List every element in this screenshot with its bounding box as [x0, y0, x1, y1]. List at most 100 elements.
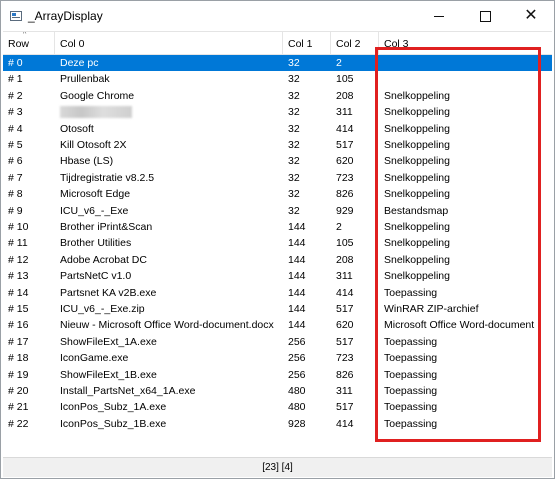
col3-cell: Microsoft Office Word-document	[384, 319, 535, 332]
col3-cell: Toepassing	[384, 286, 438, 299]
column-header-col0[interactable]: Col 0	[55, 32, 283, 54]
col3-cell: Snelkoppeling	[384, 122, 450, 135]
array-list-view[interactable]: ^ Row Col 0 Col 1 Col 2 Col 3 # 0 Deze pc…	[3, 31, 552, 455]
table-row[interactable]: # 4 Otosoft 32 414 Snelkoppeling	[3, 121, 552, 137]
table-row[interactable]: # 12 Adobe Acrobat DC 144 208 Snelkoppeling	[3, 252, 552, 268]
table-row[interactable]: # 2 Google Chrome 32 208 Snelkoppeling	[3, 88, 552, 104]
col1-cell: 32	[288, 73, 300, 86]
row-index-cell: # 1	[8, 73, 23, 86]
col3-cell: Snelkoppeling	[384, 139, 450, 151]
table-row[interactable]: # 13 PartsNetC v1.0 144 311 Snelkoppeling	[3, 268, 552, 284]
row-index-cell: # 16	[8, 319, 29, 332]
table-row[interactable]: # 3 32 311 Snelkoppeling	[3, 104, 552, 120]
col1-cell: 144	[288, 253, 306, 266]
row-index-cell: # 8	[8, 188, 23, 201]
col0-cell: IconPos_Subz_1B.exe	[60, 417, 167, 430]
row-index-cell: # 4	[8, 122, 23, 135]
col2-cell: 517	[336, 139, 354, 151]
row-index-cell: # 22	[8, 417, 29, 430]
table-row[interactable]: # 17 ShowFileExt_1A.exe 256 517 Toepassing	[3, 334, 552, 350]
col0-cell: Adobe Acrobat DC	[60, 253, 147, 266]
table-row[interactable]: # 20 Install_PartsNet_x64_1A.exe 480 311 Toe…	[3, 383, 552, 399]
col2-cell: 208	[336, 89, 354, 102]
title-bar[interactable]: _ArrayDisplay ✕	[1, 1, 554, 31]
col2-cell: 826	[336, 188, 354, 201]
col3-cell: Toepassing	[384, 417, 438, 430]
col1-cell: 480	[288, 401, 306, 414]
col0-cell: PartsNetC v1.0	[60, 270, 132, 283]
col2-cell: 620	[336, 319, 354, 332]
list-header: ^ Row Col 0 Col 1 Col 2 Col 3	[3, 32, 552, 55]
col3-cell: WinRAR ZIP-archief	[384, 303, 479, 315]
col1-cell: 32	[288, 204, 300, 217]
col2-cell: 723	[336, 171, 354, 184]
row-index-cell: # 9	[8, 204, 23, 217]
col2-cell: 620	[336, 155, 354, 168]
table-row[interactable]: # 8 Microsoft Edge 32 826 Snelkoppeling	[3, 186, 552, 202]
col0-cell: ICU_v6_-_Exe.zip	[60, 303, 145, 315]
col1-cell: 256	[288, 368, 306, 381]
table-row[interactable]: # 22 IconPos_Subz_1B.exe 928 414 Toepassing	[3, 416, 552, 432]
col3-cell: Toepassing	[384, 352, 438, 365]
table-row[interactable]: # 1 Prullenbak 32 105	[3, 71, 552, 87]
column-header-col2[interactable]: Col 2	[331, 32, 379, 54]
col0-cell: Otosoft	[60, 122, 94, 135]
col3-cell: Toepassing	[384, 401, 438, 414]
row-index-cell: # 17	[8, 335, 29, 348]
table-row[interactable]: # 19 ShowFileExt_1B.exe 256 826 Toepassing	[3, 367, 552, 383]
col3-cell: Toepassing	[384, 335, 438, 348]
row-index-cell: # 11	[8, 237, 28, 250]
row-index-cell: # 0	[8, 57, 23, 69]
col0-cell: Brother iPrint&Scan	[60, 221, 153, 233]
table-row[interactable]: # 9 ICU_v6_-_Exe 32 929 Bestandsmap	[3, 203, 552, 219]
table-row[interactable]: # 18 IconGame.exe 256 723 Toepassing	[3, 350, 552, 366]
maximize-button[interactable]	[462, 1, 508, 31]
table-row[interactable]: # 14 Partsnet KA v2B.exe 144 414 Toepassing	[3, 285, 552, 301]
table-row[interactable]: # 11 Brother Utilities 144 105 Snelkoppeling	[3, 235, 552, 251]
col0-cell: Nieuw - Microsoft Office Word-document.d…	[60, 319, 274, 332]
col3-cell: Snelkoppeling	[384, 171, 450, 184]
table-row[interactable]: # 21 IconPos_Subz_1A.exe 480 517 Toepassing	[3, 399, 552, 415]
table-row[interactable]: # 5 Kill Otosoft 2X 32 517 Snelkoppeling	[3, 137, 552, 153]
table-row[interactable]: # 7 Tijdregistratie v8.2.5 32 723 Snelkoppel…	[3, 170, 552, 186]
table-row[interactable]: # 15 ICU_v6_-_Exe.zip 144 517 WinRAR ZIP-arc…	[3, 301, 552, 317]
col2-cell: 723	[336, 352, 354, 365]
col2-cell: 414	[336, 417, 354, 430]
col0-cell	[55, 104, 283, 120]
minimize-button[interactable]	[416, 1, 462, 31]
table-row[interactable]: # 6 Hbase (LS) 32 620 Snelkoppeling	[3, 153, 552, 169]
col3-cell: Snelkoppeling	[384, 106, 450, 119]
col0-cell: Tijdregistratie v8.2.5	[60, 171, 155, 184]
col0-cell: Deze pc	[60, 57, 99, 69]
close-icon: ✕	[524, 7, 538, 24]
col3-cell: Snelkoppeling	[384, 237, 450, 250]
col0-cell: Kill Otosoft 2X	[60, 139, 127, 151]
col3-cell: Toepassing	[384, 385, 438, 397]
row-index-cell: # 13	[8, 270, 29, 283]
row-index-cell: # 5	[8, 139, 23, 151]
col2-cell: 414	[336, 122, 354, 135]
col1-cell: 32	[288, 57, 300, 69]
col0-cell: IconPos_Subz_1A.exe	[60, 401, 167, 414]
close-button[interactable]: ✕	[508, 1, 554, 31]
row-index-cell: # 3	[8, 106, 23, 119]
col0-cell: Brother Utilities	[60, 237, 132, 250]
col2-cell: 826	[336, 368, 354, 381]
redacted-text	[60, 106, 132, 119]
col1-cell: 256	[288, 352, 306, 365]
col0-cell: Prullenbak	[60, 73, 110, 86]
table-row[interactable]: # 10 Brother iPrint&Scan 144 2 Snelkoppeling	[3, 219, 552, 235]
column-header-col3[interactable]: Col 3	[379, 32, 552, 54]
col3-cell: Snelkoppeling	[384, 253, 450, 266]
col2-cell: 105	[336, 237, 354, 250]
col2-cell: 105	[336, 73, 354, 86]
column-header-row[interactable]: ^ Row	[3, 32, 55, 54]
column-header-col1[interactable]: Col 1	[283, 32, 331, 54]
col2-cell: 929	[336, 204, 354, 217]
table-row[interactable]: # 0 Deze pc 32 2	[3, 55, 552, 72]
col2-cell: 414	[336, 286, 354, 299]
table-row[interactable]: # 16 Nieuw - Microsoft Office Word-docume…	[3, 317, 552, 333]
sort-caret-icon: ^	[23, 32, 27, 38]
col1-cell: 928	[288, 417, 306, 430]
row-index-cell: # 6	[8, 155, 23, 168]
